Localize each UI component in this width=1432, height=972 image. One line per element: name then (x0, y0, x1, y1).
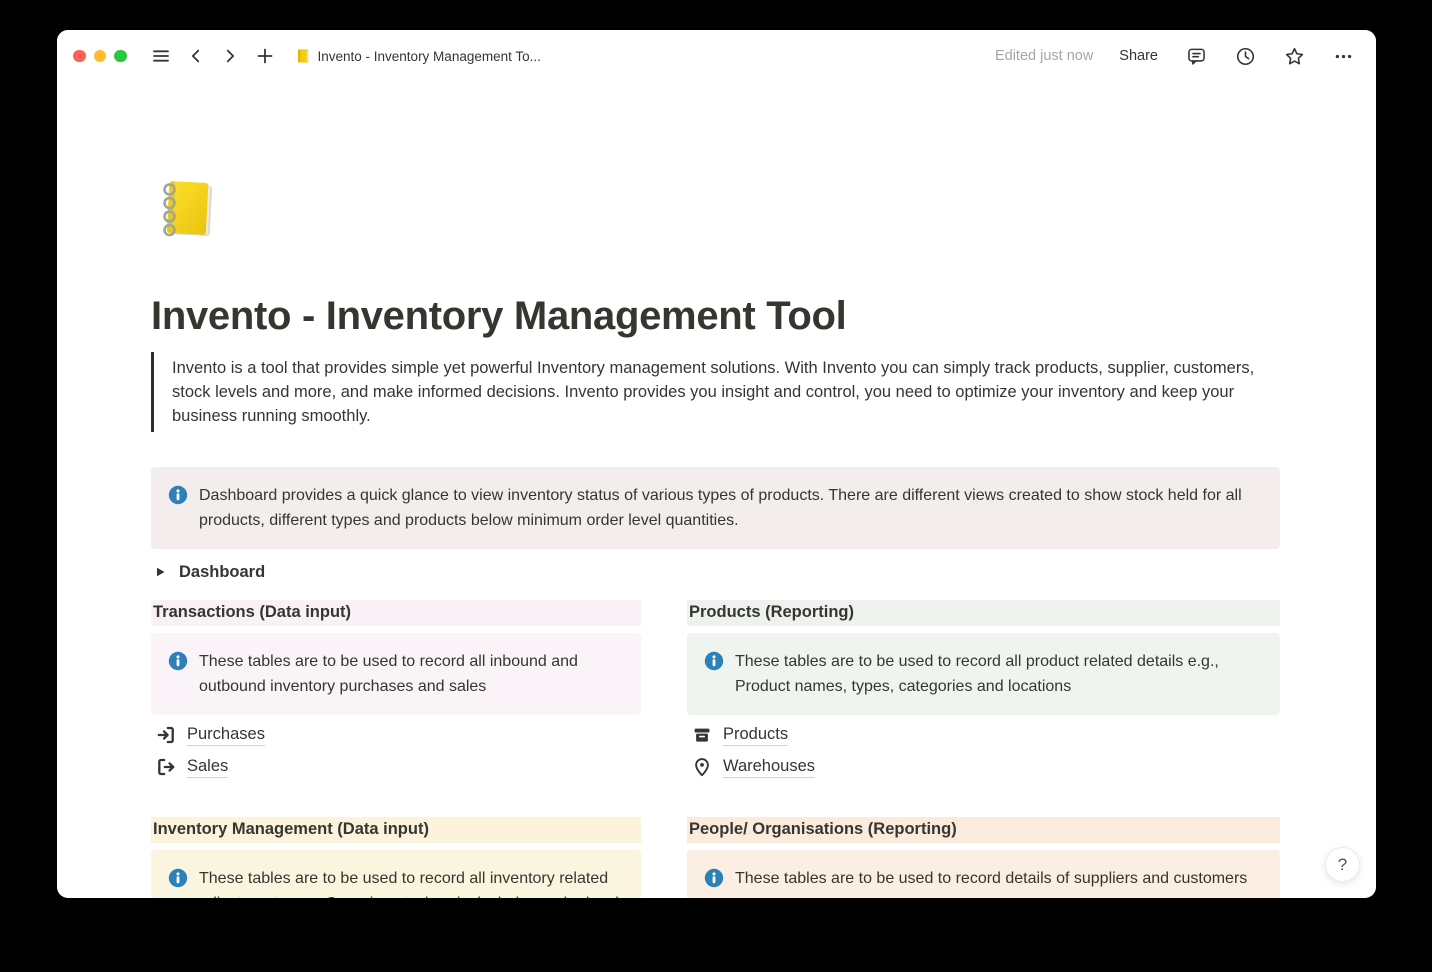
edited-status: Edited just now (995, 48, 1093, 64)
traffic-lights (73, 50, 127, 63)
tab-title-label: Invento - Inventory Management To... (318, 49, 541, 64)
inventory-management-callout-text: These tables are to be used to record al… (199, 866, 625, 898)
link-products[interactable]: Products (687, 719, 1280, 751)
clock-icon (1235, 46, 1256, 67)
intro-quote-text: Invento is a tool that provides simple y… (172, 356, 1280, 428)
minimize-window-button[interactable] (94, 50, 107, 63)
forward-button[interactable] (219, 45, 241, 67)
info-icon (168, 868, 188, 888)
people-organisations-callout-text: These tables are to be used to record de… (735, 866, 1247, 891)
dashboard-toggle-label: Dashboard (179, 563, 265, 582)
sales-link-label: Sales (187, 757, 228, 778)
notebook-emoji-icon (151, 172, 227, 248)
link-sales[interactable]: Sales (151, 751, 641, 783)
fullscreen-window-button[interactable] (114, 50, 127, 63)
section-header-transactions: Transactions (Data input) (151, 600, 641, 626)
close-window-button[interactable] (73, 50, 86, 63)
sidebar-menu-button[interactable] (149, 44, 173, 68)
info-icon (168, 651, 188, 671)
page-title[interactable]: Invento - Inventory Management Tool (151, 292, 1280, 340)
info-icon (704, 651, 724, 671)
info-icon (704, 868, 724, 888)
updates-history-button[interactable] (1233, 44, 1258, 69)
page-content: Invento - Inventory Management Tool Inve… (57, 82, 1376, 898)
back-button[interactable] (185, 45, 207, 67)
help-button[interactable]: ? (1325, 847, 1360, 882)
columns-row-2: Inventory Management (Data input) These … (151, 817, 1280, 898)
enter-door-icon (156, 725, 176, 745)
people-organisations-section: People/ Organisations (Reporting) These … (687, 817, 1280, 898)
notebook-icon (295, 48, 311, 64)
dashboard-toggle[interactable]: Dashboard (151, 557, 1280, 587)
products-callout-text: These tables are to be used to record al… (735, 649, 1264, 699)
favorite-button[interactable] (1282, 44, 1307, 69)
comments-button[interactable] (1184, 44, 1209, 69)
products-section: Products (Reporting) These tables are to… (687, 600, 1280, 783)
intro-quote-block: Invento is a tool that provides simple y… (151, 352, 1280, 432)
share-button[interactable]: Share (1117, 46, 1160, 66)
section-header-inventory-management: Inventory Management (Data input) (151, 817, 641, 843)
page-icon-notebook[interactable] (151, 172, 227, 248)
more-options-button[interactable] (1331, 44, 1356, 69)
titlebar-actions: Edited just now Share (995, 44, 1356, 69)
ellipsis-icon (1333, 46, 1354, 67)
new-tab-button[interactable] (253, 44, 277, 68)
products-link-label: Products (723, 725, 788, 746)
tab-title[interactable]: Invento - Inventory Management To... (295, 48, 541, 64)
comment-bubble-icon (1186, 46, 1207, 67)
plus-icon (255, 46, 275, 66)
transactions-callout: These tables are to be used to record al… (151, 633, 641, 715)
location-pin-icon (692, 757, 712, 777)
warehouses-link-label: Warehouses (723, 757, 815, 778)
link-warehouses[interactable]: Warehouses (687, 751, 1280, 783)
transactions-section: Transactions (Data input) These tables a… (151, 600, 641, 783)
hamburger-icon (151, 46, 171, 66)
toggle-triangle-icon (154, 566, 166, 578)
notion-window: Invento - Inventory Management To... Edi… (57, 30, 1376, 898)
purchases-link-label: Purchases (187, 725, 265, 746)
archive-box-icon (692, 725, 712, 745)
exit-door-icon (156, 757, 176, 777)
chevron-left-icon (187, 47, 205, 65)
dashboard-callout-text: Dashboard provides a quick glance to vie… (199, 483, 1264, 533)
people-organisations-callout: These tables are to be used to record de… (687, 850, 1280, 898)
section-header-products: Products (Reporting) (687, 600, 1280, 626)
inventory-management-callout: These tables are to be used to record al… (151, 850, 641, 898)
products-callout: These tables are to be used to record al… (687, 633, 1280, 715)
chevron-right-icon (221, 47, 239, 65)
dashboard-info-callout: Dashboard provides a quick glance to vie… (151, 467, 1280, 549)
link-purchases[interactable]: Purchases (151, 719, 641, 751)
window-titlebar: Invento - Inventory Management To... Edi… (57, 30, 1376, 82)
inventory-management-section: Inventory Management (Data input) These … (151, 817, 641, 898)
section-header-people-organisations: People/ Organisations (Reporting) (687, 817, 1280, 843)
info-icon (168, 485, 188, 505)
transactions-callout-text: These tables are to be used to record al… (199, 649, 625, 699)
columns-row-1: Transactions (Data input) These tables a… (151, 600, 1280, 783)
star-icon (1284, 46, 1305, 67)
